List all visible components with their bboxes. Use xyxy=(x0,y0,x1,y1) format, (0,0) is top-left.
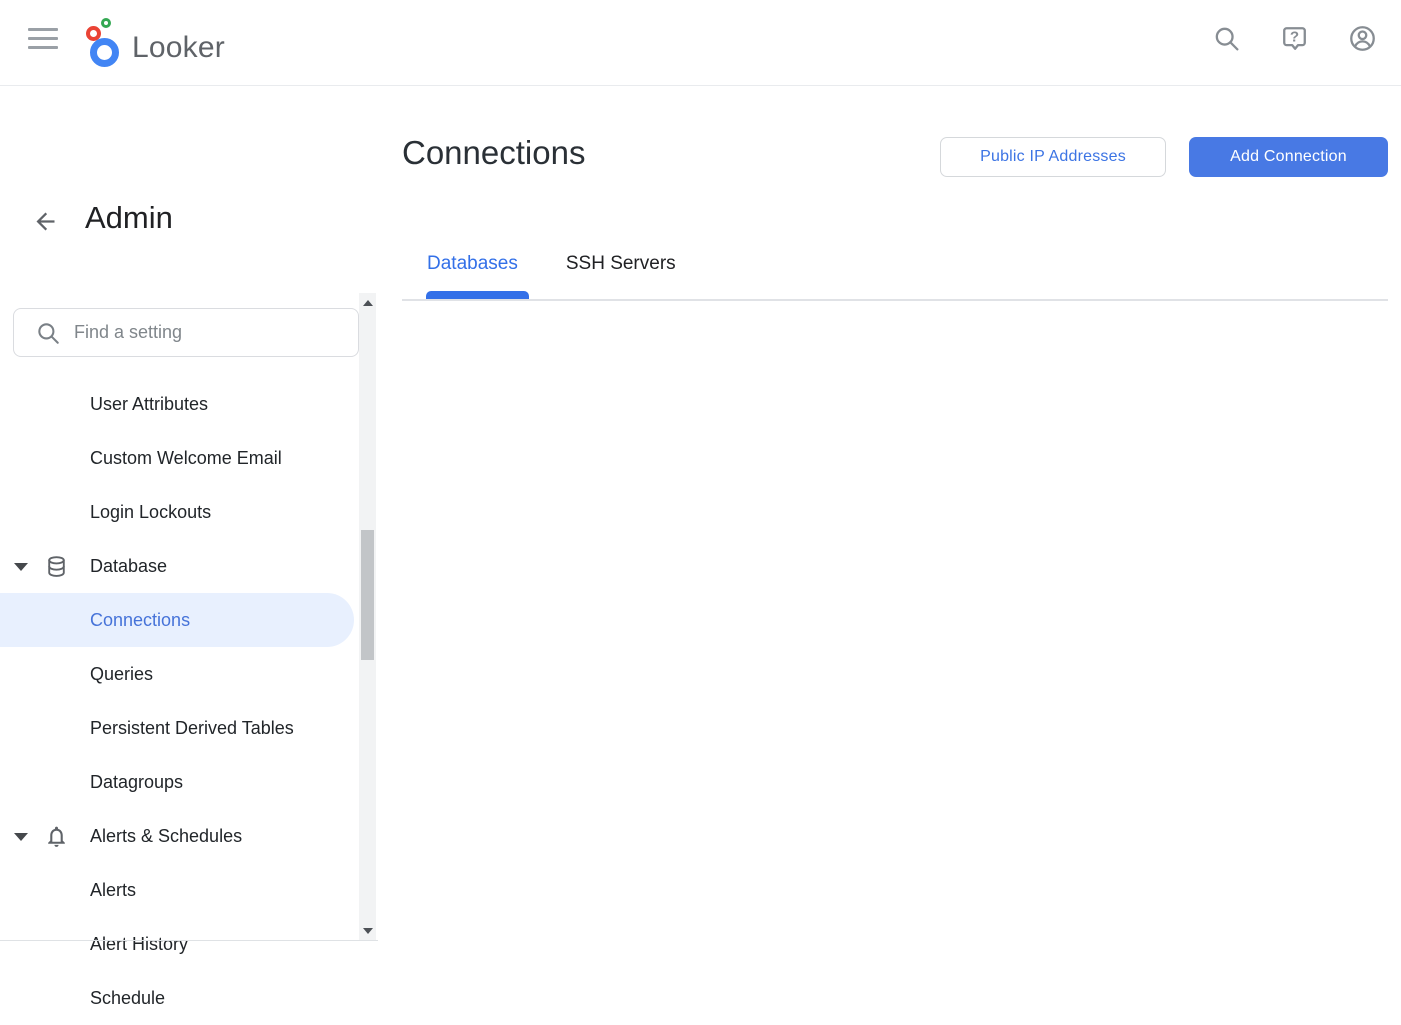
help-icon[interactable]: ? xyxy=(1280,24,1309,53)
sidebar-section-label: Alerts & Schedules xyxy=(90,826,242,847)
bell-icon xyxy=(44,824,69,849)
svg-text:?: ? xyxy=(1290,29,1299,46)
sidebar-item-label: User Attributes xyxy=(90,394,208,415)
sidebar-title: Admin xyxy=(85,200,173,236)
sidebar-item-user-attributes[interactable]: User Attributes xyxy=(0,377,378,431)
sidebar-item-label: Alert History xyxy=(90,934,188,955)
sidebar-item-persistent-derived-tables[interactable]: Persistent Derived Tables xyxy=(0,701,378,755)
sidebar-item-label: Custom Welcome Email xyxy=(90,448,282,469)
sidebar-section-database[interactable]: Database xyxy=(0,539,378,593)
sidebar-item-label: Alerts xyxy=(90,880,136,901)
sidebar-item-label: Queries xyxy=(90,664,153,685)
scrollbar-thumb[interactable] xyxy=(361,530,374,660)
database-icon xyxy=(44,554,69,579)
sidebar-section-alerts-schedules[interactable]: Alerts & Schedules xyxy=(0,809,378,863)
looker-logo[interactable]: Looker xyxy=(86,17,225,67)
tab-databases[interactable]: Databases xyxy=(427,249,518,291)
search-icon[interactable] xyxy=(1212,24,1241,53)
sidebar-item-label: Persistent Derived Tables xyxy=(90,718,294,739)
caret-down-icon[interactable] xyxy=(14,833,28,841)
sidebar-item-label: Schedule xyxy=(90,988,165,1009)
back-arrow-icon[interactable] xyxy=(32,208,59,235)
looker-logo-icon xyxy=(86,17,124,67)
sidebar-item-login-lockouts[interactable]: Login Lockouts xyxy=(0,485,378,539)
sidebar-item-label: Datagroups xyxy=(90,772,183,793)
search-icon xyxy=(35,320,61,346)
sidebar-item-connections[interactable]: Connections xyxy=(0,593,354,647)
top-app-bar: Looker ? xyxy=(0,0,1401,86)
find-setting-input[interactable] xyxy=(74,322,344,343)
sidebar-item-queries[interactable]: Queries xyxy=(0,647,378,701)
connections-tabs: Databases SSH Servers xyxy=(402,249,676,291)
sidebar-scrollbar[interactable] xyxy=(359,293,376,941)
hamburger-menu-icon[interactable] xyxy=(28,28,58,52)
public-ip-addresses-button[interactable]: Public IP Addresses xyxy=(940,137,1166,177)
scroll-down-arrow-icon[interactable] xyxy=(363,928,373,934)
logo-text: Looker xyxy=(132,33,225,67)
sidebar-item-alerts[interactable]: Alerts xyxy=(0,863,378,917)
sidebar-bottom-divider xyxy=(0,940,378,941)
add-connection-button[interactable]: Add Connection xyxy=(1189,137,1388,177)
page-title: Connections xyxy=(402,134,585,172)
admin-nav-list: User Attributes Custom Welcome Email Log… xyxy=(0,377,378,1025)
find-setting-searchbox[interactable] xyxy=(13,308,359,357)
sidebar-item-custom-welcome-email[interactable]: Custom Welcome Email xyxy=(0,431,378,485)
account-icon[interactable] xyxy=(1348,24,1377,53)
sidebar-item-label: Login Lockouts xyxy=(90,502,211,523)
admin-sidebar: Admin User Attributes Custom Welcome Ema… xyxy=(0,86,378,941)
sidebar-item-label: Connections xyxy=(90,610,190,631)
tab-ssh-servers[interactable]: SSH Servers xyxy=(566,249,676,291)
sidebar-item-schedule[interactable]: Schedule xyxy=(0,971,378,1025)
caret-down-icon[interactable] xyxy=(14,563,28,571)
sidebar-section-label: Database xyxy=(90,556,167,577)
scroll-up-arrow-icon[interactable] xyxy=(363,300,373,306)
sidebar-item-datagroups[interactable]: Datagroups xyxy=(0,755,378,809)
tabs-divider xyxy=(402,299,1388,301)
